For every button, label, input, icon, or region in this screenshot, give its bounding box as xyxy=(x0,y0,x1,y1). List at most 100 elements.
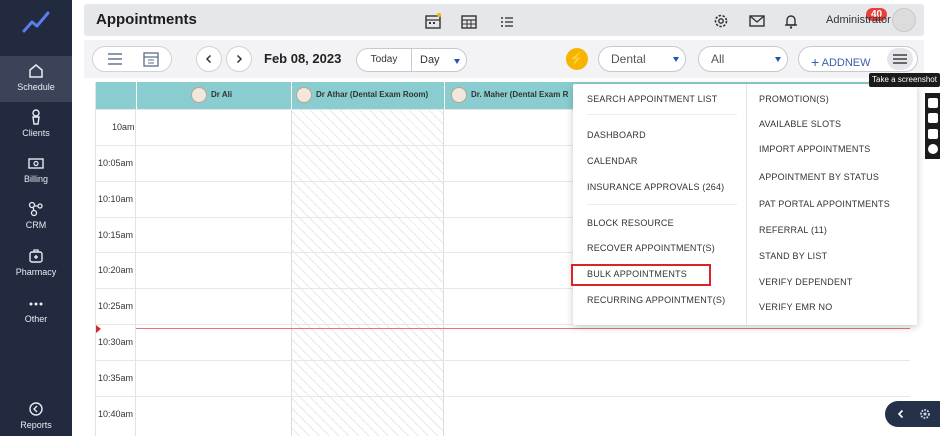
menu-item-referral[interactable]: REFERRAL (11) xyxy=(759,225,827,235)
sidebar-item-other[interactable]: Other xyxy=(0,288,72,334)
doctor-avatar-icon xyxy=(191,87,207,103)
calendar-view-icon[interactable] xyxy=(143,51,159,67)
department-select-value: Dental xyxy=(611,52,646,66)
sidebar-item-schedule[interactable]: Schedule xyxy=(0,56,72,102)
sidebar-item-pharmacy[interactable]: Pharmacy xyxy=(0,241,72,287)
chevron-left-icon xyxy=(205,54,212,64)
resource-column-header[interactable]: Dr Ali xyxy=(136,82,291,109)
list-view-icon[interactable] xyxy=(498,12,516,30)
money-icon xyxy=(28,158,44,169)
calendar-toolbar: Feb 08, 2023 Today Day ⚡ Dental All + AD… xyxy=(84,40,924,78)
sidebar-item-label: CRM xyxy=(25,220,47,230)
resource-column-header[interactable]: Dr Athar (Dental Exam Room) xyxy=(291,82,444,109)
sidebar-item-label: Clients xyxy=(22,128,50,138)
current-time-marker-icon xyxy=(96,325,101,333)
add-new-text: ADDNEW xyxy=(821,57,871,69)
network-icon xyxy=(28,201,43,217)
current-time-line xyxy=(136,328,910,329)
today-button[interactable]: Today xyxy=(356,48,412,72)
view-toggle xyxy=(92,46,172,72)
mail-icon[interactable] xyxy=(748,12,766,30)
menu-item-dashboard[interactable]: DASHBOARD xyxy=(587,130,646,140)
floating-control[interactable] xyxy=(885,401,940,427)
sidebar-item-label: Pharmacy xyxy=(15,267,57,277)
home-icon xyxy=(29,64,43,78)
doctor-avatar-icon xyxy=(451,87,467,103)
menu-item-recurring-appointments[interactable]: RECURRING APPOINTMENT(S) xyxy=(587,295,725,305)
menu-item-insurance-approvals[interactable]: INSURANCE APPROVALS (264) xyxy=(587,182,724,192)
sidebar-item-label: Other xyxy=(24,314,48,324)
menu-item-appointment-by-status[interactable]: APPOINTMENT BY STATUS xyxy=(759,172,879,182)
view-select[interactable]: Day xyxy=(411,48,467,72)
menu-item-stand-by-list[interactable]: STAND BY LIST xyxy=(759,251,827,261)
prev-day-button[interactable] xyxy=(196,46,222,72)
sidebar: Schedule Clients Billing CRM Pharmacy Ot… xyxy=(0,0,72,436)
camera-icon[interactable] xyxy=(928,98,938,108)
caret-down-icon xyxy=(454,59,460,64)
chevron-left-icon xyxy=(897,409,904,419)
menu-item-import-appointments[interactable]: IMPORT APPOINTMENTS xyxy=(759,144,870,154)
filter-select[interactable]: All xyxy=(698,46,788,72)
current-date: Feb 08, 2023 xyxy=(264,51,342,66)
menu-item-block-resource[interactable]: BLOCK RESOURCE xyxy=(587,218,674,228)
resource-name: Dr Athar (Dental Exam Room) xyxy=(316,90,429,99)
app-logo-icon[interactable] xyxy=(22,10,50,34)
sidebar-item-label: Billing xyxy=(23,174,48,184)
caret-down-icon xyxy=(775,57,781,62)
sidebar-item-reports[interactable]: Reports xyxy=(0,394,72,436)
view-select-value: Day xyxy=(420,54,440,66)
menu-item-calendar[interactable]: CALENDAR xyxy=(587,156,638,166)
menu-divider xyxy=(746,84,747,325)
menu-separator xyxy=(587,204,737,205)
caret-down-icon xyxy=(673,57,679,62)
time-slot[interactable]: 10:35am xyxy=(96,360,910,396)
user-name[interactable]: Administrator xyxy=(826,14,891,26)
sidebar-item-label: Schedule xyxy=(17,82,55,92)
plus-icon: + xyxy=(811,54,820,70)
grid-calendar-icon[interactable] xyxy=(460,12,478,30)
menu-separator xyxy=(587,114,737,115)
sidebar-item-billing[interactable]: Billing xyxy=(0,148,72,194)
person-icon xyxy=(32,109,40,125)
medical-bag-icon xyxy=(29,249,43,263)
resource-column-header[interactable]: Dr. Maher (Dental Exam R xyxy=(444,82,594,109)
resource-name: Dr Ali xyxy=(211,90,233,99)
add-new-button[interactable]: + ADDNEW xyxy=(798,46,918,72)
department-select[interactable]: Dental xyxy=(598,46,686,72)
menu-item-verify-dependent[interactable]: VERIFY DEPENDENT xyxy=(759,277,853,287)
menu-item-recover-appointments[interactable]: RECOVER APPOINTMENT(S) xyxy=(587,243,715,253)
bolt-icon[interactable]: ⚡ xyxy=(566,48,588,70)
gear-icon[interactable] xyxy=(712,12,730,30)
menu-item-verify-emr-no[interactable]: VERIFY EMR NO xyxy=(759,302,832,312)
time-slot[interactable]: 10:40am xyxy=(96,396,910,436)
time-slot[interactable]: 10:30am xyxy=(96,324,910,360)
app-root: Schedule Clients Billing CRM Pharmacy Ot… xyxy=(0,0,940,436)
sidebar-item-clients[interactable]: Clients xyxy=(0,102,72,148)
time-column xyxy=(96,109,136,436)
menu-item-available-slots[interactable]: AVAILABLE SLOTS xyxy=(759,119,841,129)
video-icon[interactable] xyxy=(928,113,938,123)
resource-name: Dr. Maher (Dental Exam R xyxy=(471,90,569,99)
settings-icon[interactable] xyxy=(928,144,938,154)
window-icon[interactable] xyxy=(928,129,938,139)
hamburger-icon xyxy=(893,54,907,64)
bell-icon[interactable] xyxy=(782,12,800,30)
add-new-label: + ADDNEW xyxy=(811,53,871,70)
screenshot-toolbar xyxy=(925,93,940,159)
next-day-button[interactable] xyxy=(226,46,252,72)
page-title: Appointments xyxy=(96,11,197,28)
calendar-icon[interactable] xyxy=(424,12,442,30)
highlight-box xyxy=(571,264,711,286)
reports-icon xyxy=(29,402,43,416)
screenshot-tooltip: Take a screenshot xyxy=(869,73,940,87)
menu-toggle-button[interactable] xyxy=(887,48,913,70)
filter-select-value: All xyxy=(711,52,725,66)
list-icon[interactable] xyxy=(107,52,123,66)
chevron-right-icon xyxy=(236,54,243,64)
avatar[interactable] xyxy=(892,8,916,32)
sidebar-item-crm[interactable]: CRM xyxy=(0,194,72,240)
menu-item-search-appointment-list[interactable]: SEARCH APPOINTMENT LIST xyxy=(587,94,717,104)
menu-item-promotions[interactable]: PROMOTION(S) xyxy=(759,94,829,104)
header-bar: Appointments 40 Administrator xyxy=(84,4,924,36)
menu-item-pat-portal-appointments[interactable]: PAT PORTAL APPOINTMENTS xyxy=(759,199,890,209)
